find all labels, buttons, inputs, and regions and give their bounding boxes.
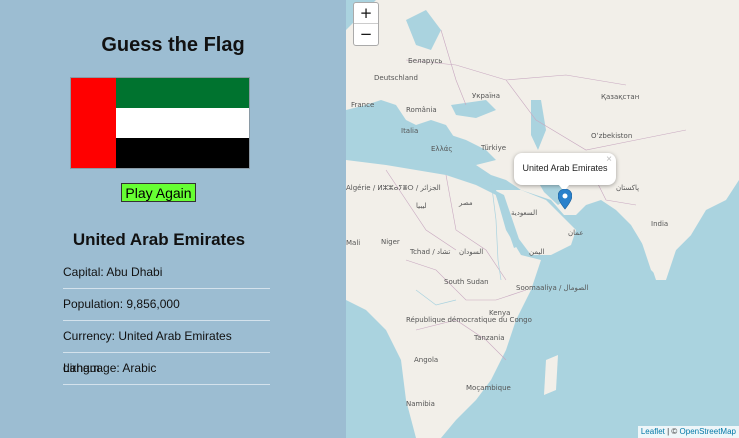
map-label-tanzania: Tanzania bbox=[473, 334, 504, 342]
map-label-ellas: Ελλάς bbox=[431, 145, 452, 153]
map-label-south-sudan: South Sudan bbox=[444, 278, 489, 286]
map-popup: United Arab Emirates × bbox=[514, 153, 616, 185]
leaflet-link[interactable]: Leaflet bbox=[641, 427, 665, 436]
world-map[interactable]: Беларусь Deutschland Україна Қазақстан F… bbox=[346, 0, 739, 438]
zoom-out-button[interactable]: − bbox=[354, 24, 378, 44]
map-label-romania: România bbox=[406, 106, 437, 114]
sidebar: Guess the Flag Play Again United Arab Em… bbox=[0, 0, 346, 438]
popup-close-icon[interactable]: × bbox=[606, 154, 612, 165]
map-label-france: France bbox=[351, 101, 374, 109]
osm-link[interactable]: OpenStreetMap bbox=[680, 427, 736, 436]
capital-info: Capital: Abu Dhabi bbox=[63, 256, 270, 289]
popup-country-label: United Arab Emirates bbox=[522, 163, 608, 173]
language-info: Language: Arabic bbox=[63, 352, 270, 385]
map-label-libya: ليبيا bbox=[416, 202, 427, 210]
map-label-misr: مصر bbox=[458, 199, 473, 207]
map-label-drc: République démocratique du Congo bbox=[406, 316, 532, 324]
map-label-uzbekistan: Oʻzbekiston bbox=[591, 132, 632, 140]
zoom-control: + − bbox=[353, 2, 379, 46]
map-label-niger: Niger bbox=[381, 238, 400, 246]
map-attribution: Leaflet | © OpenStreetMap bbox=[637, 426, 739, 438]
map-label-mocambique: Moçambique bbox=[466, 384, 511, 392]
country-name: United Arab Emirates bbox=[72, 230, 246, 249]
map-label-yemen: اليمن bbox=[529, 248, 545, 256]
map-tiles: Беларусь Deutschland Україна Қазақстан F… bbox=[346, 0, 739, 438]
flag-green-stripe bbox=[116, 78, 249, 108]
flag-red-band bbox=[71, 78, 116, 168]
map-label-algerie: Algérie / ⵍⵣⵣⴰⵢⴻⵔ / الجزائر bbox=[346, 184, 441, 192]
zoom-in-button[interactable]: + bbox=[354, 3, 378, 24]
map-label-belarus: Беларусь bbox=[408, 57, 442, 65]
flag-image bbox=[70, 77, 250, 169]
flag-black-stripe bbox=[116, 138, 249, 168]
map-label-turkiye: Türkiye bbox=[480, 144, 506, 152]
attribution-separator: | © bbox=[664, 427, 680, 436]
play-again-button[interactable]: Play Again bbox=[121, 183, 196, 202]
map-label-angola: Angola bbox=[414, 356, 438, 364]
population-info: Population: 9,856,000 bbox=[63, 288, 270, 321]
map-label-pakistan: پاکستان bbox=[616, 184, 639, 192]
currency-info: Currency: United Arab Emirates dirham bbox=[63, 320, 270, 375]
flag-white-stripe bbox=[116, 108, 249, 138]
map-label-somalia: Soomaaliya / الصومال bbox=[516, 284, 588, 292]
map-label-ukraine: Україна bbox=[472, 92, 500, 100]
map-label-deutschland: Deutschland bbox=[374, 74, 418, 82]
map-label-saudi: السعودية bbox=[511, 209, 537, 217]
map-label-india: India bbox=[651, 220, 668, 228]
map-label-namibia: Namibia bbox=[406, 400, 435, 408]
map-marker-icon[interactable] bbox=[558, 189, 572, 215]
map-label-kazakhstan: Қазақстан bbox=[601, 93, 639, 101]
map-label-mali: Mali bbox=[346, 239, 360, 247]
map-label-sudan: السودان bbox=[459, 248, 483, 256]
map-label-tchad: Tchad / تشاد bbox=[409, 248, 450, 256]
map-label-oman: عمان bbox=[568, 229, 584, 237]
map-label-italia: Italia bbox=[401, 127, 418, 135]
page-title: Guess the Flag bbox=[101, 34, 245, 56]
